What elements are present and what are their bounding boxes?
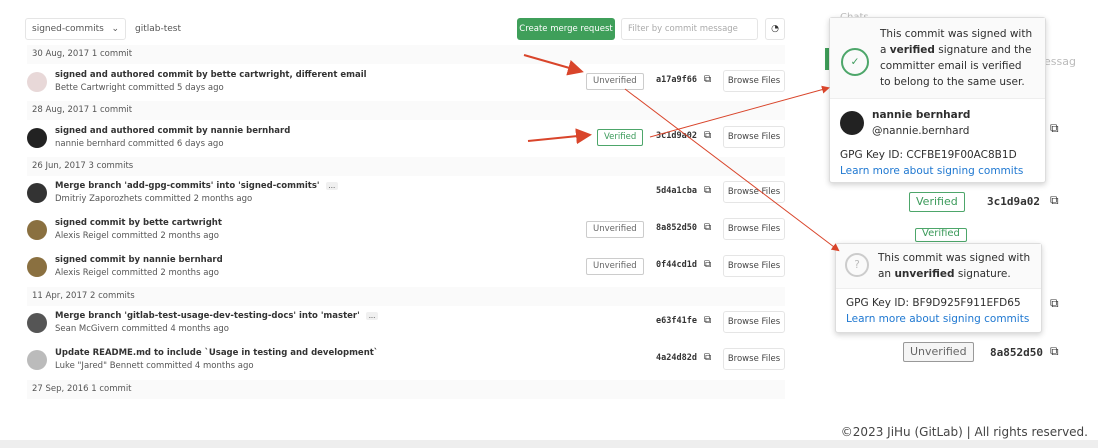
arrow <box>649 85 830 138</box>
footer: ©2023 JiHu (GitLab) | All rights reserve… <box>840 425 1088 439</box>
arrow <box>527 128 592 145</box>
annotation-arrows <box>523 54 840 252</box>
footer-bar <box>0 440 1098 448</box>
arrow <box>624 88 840 252</box>
arrow <box>523 54 584 76</box>
